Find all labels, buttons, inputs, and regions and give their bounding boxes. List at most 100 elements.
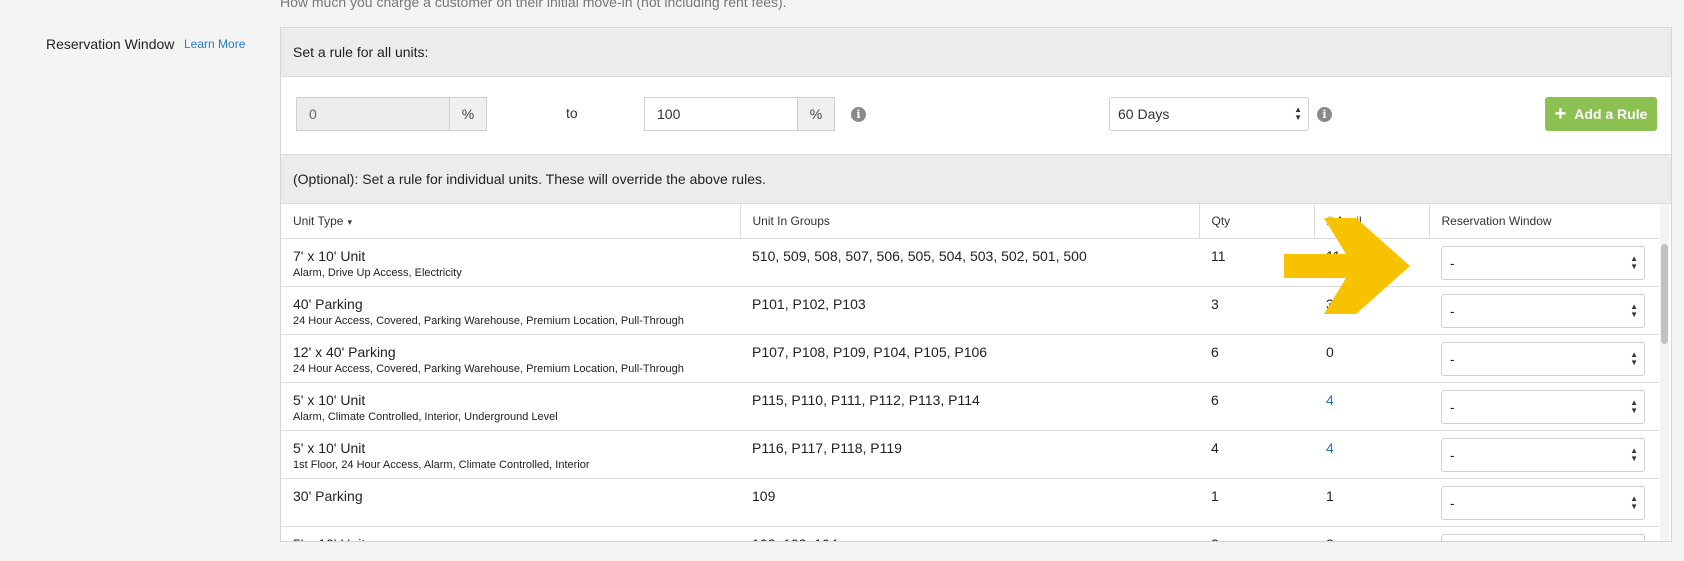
avail-cell: 4 bbox=[1314, 430, 1429, 479]
reservation-window-cell: - ▲▼ bbox=[1429, 334, 1659, 383]
window-days-select[interactable]: 60 Days ▲ ▼ bbox=[1109, 97, 1309, 131]
reservation-window-value: - bbox=[1450, 398, 1455, 415]
all-units-rule-row: 0 % to 100 % i 60 Days ▲ ▼ i + Add a Rule bbox=[281, 77, 1671, 155]
qty-cell: 1 bbox=[1199, 478, 1314, 527]
table-row: 5' x 10' Unit 1st Floor, 24 Hour Access, … bbox=[281, 430, 1659, 479]
to-percent-group: 100 % bbox=[644, 97, 835, 131]
all-units-heading: Set a rule for all units: bbox=[281, 28, 1671, 77]
col-unit-type[interactable]: Unit Type ▾ bbox=[281, 204, 741, 239]
unit-type-cell: 30' Parking bbox=[281, 478, 740, 527]
table-row: 12' x 40' Parking 24 Hour Access, Covered… bbox=[281, 334, 1659, 383]
to-percent-addon: % bbox=[798, 97, 835, 131]
reservation-window-select[interactable]: - ▲▼ bbox=[1441, 293, 1645, 328]
unit-type-cell: 5' x 10' Unit bbox=[281, 526, 740, 542]
reservation-window-cell: - ▲▼ bbox=[1429, 430, 1659, 479]
unit-features: 24 Hour Access, Covered, Parking Warehou… bbox=[293, 362, 684, 375]
unit-groups-cell: 102, 103, 104 bbox=[740, 526, 1199, 541]
unit-type-cell: 5' x 10' Unit Alarm, Climate Controlled, … bbox=[281, 382, 740, 431]
table-row: 30' Parking 109 1 1- ▲ ▼ bbox=[281, 478, 1659, 527]
unit-groups-cell: P115, P110, P111, P112, P113, P114 bbox=[740, 382, 1199, 431]
table-header-row: Unit Type▾ Unit In Groups Qty # Avail Re… bbox=[281, 204, 1659, 239]
info-icon[interactable]: i bbox=[1317, 107, 1332, 122]
updown-caret-icon: ▲ ▼ bbox=[1630, 253, 1638, 271]
qty-cell: 3 bbox=[1199, 526, 1314, 541]
window-days-value: 60 Days bbox=[1118, 106, 1170, 122]
to-percent-input[interactable]: 100 bbox=[644, 97, 798, 131]
table-body: 7' x 10' Unit Alarm, Drive Up Access, Ele… bbox=[281, 238, 1659, 542]
col-unit-in-groups: Unit In Groups bbox=[740, 204, 1200, 239]
unit-type-cell: 12' x 40' Parking 24 Hour Access, Covered… bbox=[281, 334, 740, 383]
unit-type-cell: 40' Parking 24 Hour Access, Covered, Park… bbox=[281, 286, 740, 335]
units-table: Unit Type▾ Unit In Groups Qty # Avail Re… bbox=[281, 204, 1659, 542]
reservation-window-cell: -▲▼ bbox=[1429, 526, 1659, 541]
units-table-container[interactable]: Unit Type▾ Unit In Groups Qty # Avail Re… bbox=[281, 204, 1671, 542]
sort-caret-icon: ▾ bbox=[347, 216, 353, 227]
unit-type-name: 7' x 10' Unit bbox=[293, 247, 366, 264]
table-row: 5' x 10' Unit102, 103, 10433-▲▼ bbox=[281, 526, 1659, 542]
reservation-window-cell: - ▲▼ bbox=[1429, 238, 1659, 287]
table-row: 7' x 10' Unit Alarm, Drive Up Access, Ele… bbox=[281, 238, 1659, 287]
col-reservation-window: Reservation Window bbox=[1429, 204, 1659, 239]
unit-groups-cell: 109 bbox=[740, 478, 1199, 527]
reservation-window-cell: - ▲▼ bbox=[1429, 478, 1659, 527]
unit-groups-cell: P116, P117, P118, P119 bbox=[740, 430, 1199, 479]
reservation-window-value: - bbox=[1450, 350, 1455, 367]
unit-groups-cell: P107, P108, P109, P104, P105, P106 bbox=[740, 334, 1199, 383]
add-rule-button[interactable]: + Add a Rule bbox=[1545, 97, 1657, 131]
updown-caret-icon: ▲ ▼ bbox=[1630, 445, 1638, 463]
updown-caret-icon: ▲ ▼ bbox=[1294, 105, 1302, 122]
unit-type-name: 40' Parking bbox=[293, 295, 363, 312]
avail-cell: 3 bbox=[1314, 526, 1429, 541]
unit-features: 24 Hour Access, Covered, Parking Warehou… bbox=[293, 314, 684, 327]
reservation-window-value: - bbox=[1450, 446, 1455, 463]
reservation-window-value: - bbox=[1450, 302, 1455, 319]
reservation-window-label: Reservation Window bbox=[46, 36, 175, 52]
updown-caret-icon: ▲ ▼ bbox=[1630, 301, 1638, 319]
info-icon[interactable]: i bbox=[851, 107, 866, 122]
scrollbar-thumb[interactable] bbox=[1661, 244, 1668, 344]
unit-type-cell: 5' x 10' Unit 1st Floor, 24 Hour Access, … bbox=[281, 430, 740, 479]
unit-groups-cell: P101, P102, P103 bbox=[740, 286, 1199, 335]
unit-type-name: 30' Parking bbox=[293, 487, 363, 504]
learn-more-link[interactable]: Learn More bbox=[184, 37, 245, 51]
individual-units-heading: (Optional): Set a rule for individual un… bbox=[281, 155, 1671, 204]
reservation-window-select[interactable]: - ▲▼ bbox=[1441, 389, 1645, 424]
arrow-right-icon bbox=[1284, 218, 1410, 314]
unit-type-name: 5' x 10' Unit bbox=[293, 439, 366, 456]
updown-caret-icon: ▲ ▼ bbox=[1630, 493, 1638, 511]
unit-groups-cell: 510, 509, 508, 507, 506, 505, 504, 503, … bbox=[740, 238, 1199, 287]
table-row: 5' x 10' Unit Alarm, Climate Controlled, … bbox=[281, 382, 1659, 431]
unit-type-name: 12' x 40' Parking bbox=[293, 343, 396, 360]
reservation-window-cell: - ▲▼ bbox=[1429, 382, 1659, 431]
to-label: to bbox=[566, 105, 578, 121]
reservation-window-select[interactable]: - ▲▼ bbox=[1441, 437, 1645, 472]
qty-cell: 4 bbox=[1199, 430, 1314, 479]
avail-cell: 4 bbox=[1314, 382, 1429, 431]
reservation-window-select[interactable]: - ▲▼ bbox=[1441, 485, 1645, 520]
unit-features: Alarm, Drive Up Access, Electricity bbox=[293, 266, 462, 279]
add-rule-label: Add a Rule bbox=[1574, 106, 1648, 122]
avail-cell: 1 bbox=[1314, 478, 1429, 527]
reservation-window-select[interactable]: - ▲▼ bbox=[1441, 245, 1645, 280]
plus-icon: + bbox=[1554, 103, 1567, 125]
table-scrollbar[interactable] bbox=[1660, 204, 1669, 541]
reservation-window-select[interactable]: - ▲▼ bbox=[1441, 341, 1645, 376]
avail-cell: 0 bbox=[1314, 334, 1429, 383]
reservation-window-value: - bbox=[1450, 494, 1455, 511]
table-row: 40' Parking 24 Hour Access, Covered, Park… bbox=[281, 286, 1659, 335]
from-percent-input[interactable]: 0 bbox=[296, 97, 450, 131]
from-percent-group: 0 % bbox=[296, 97, 487, 131]
move-in-help-text: How much you charge a customer on their … bbox=[280, 0, 787, 10]
unit-type-name: 5' x 10' Unit bbox=[293, 391, 366, 408]
unit-type-name: 5' x 10' Unit bbox=[293, 536, 728, 542]
reservation-window-panel: Set a rule for all units: 0 % to 100 % i… bbox=[280, 27, 1672, 542]
updown-caret-icon: ▲ ▼ bbox=[1630, 349, 1638, 367]
reservation-window-select[interactable]: -▲▼ bbox=[1441, 533, 1645, 541]
reservation-window-value: - bbox=[1450, 254, 1455, 271]
qty-cell: 6 bbox=[1199, 382, 1314, 431]
updown-caret-icon: ▲ ▼ bbox=[1630, 397, 1638, 415]
unit-features: Alarm, Climate Controlled, Interior, Und… bbox=[293, 410, 558, 423]
from-percent-addon: % bbox=[450, 97, 487, 131]
reservation-window-cell: - ▲▼ bbox=[1429, 286, 1659, 335]
unit-type-cell: 7' x 10' Unit Alarm, Drive Up Access, Ele… bbox=[281, 238, 740, 287]
